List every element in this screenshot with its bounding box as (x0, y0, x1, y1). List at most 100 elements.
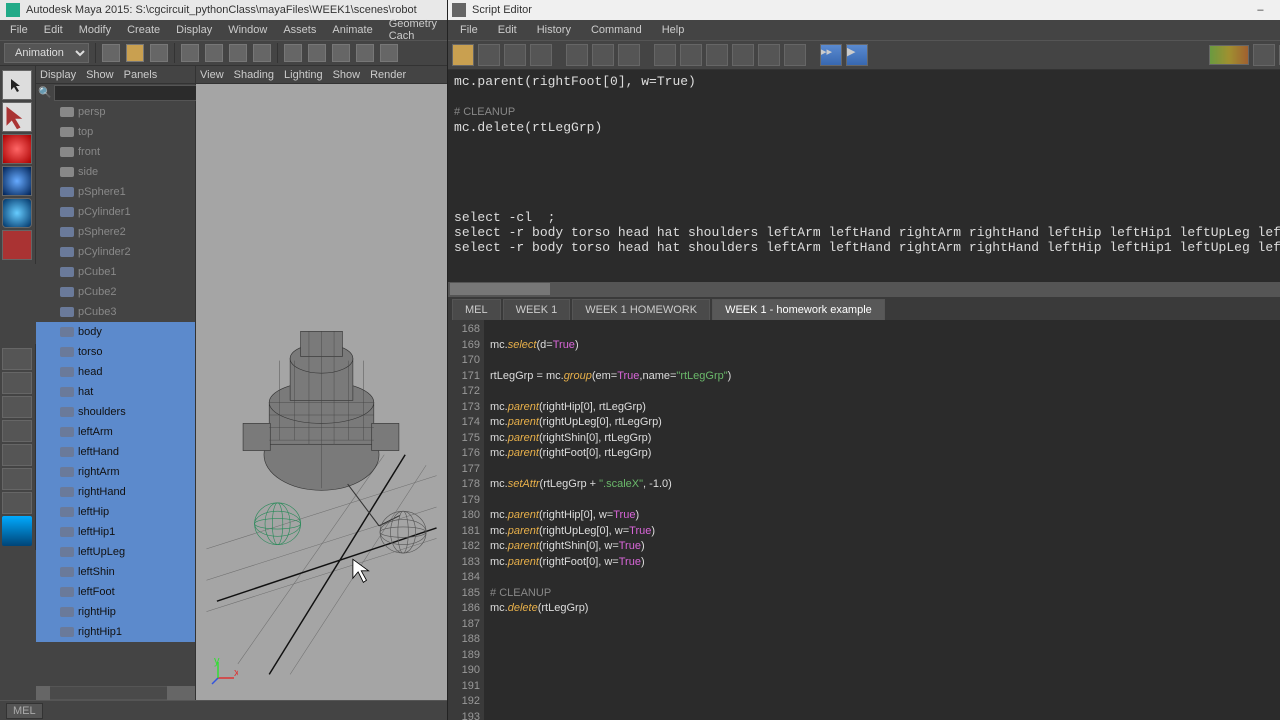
outliner-item-pCylinder1[interactable]: pCylinder1 (36, 202, 195, 222)
shelf-new-icon[interactable] (102, 44, 120, 62)
layout-hyper-icon[interactable] (2, 468, 32, 490)
move-tool-icon[interactable] (2, 166, 32, 196)
se-menu-edit[interactable]: Edit (488, 22, 527, 38)
outliner-item-hat[interactable]: hat (36, 382, 195, 402)
outliner-item-leftArm[interactable]: leftArm (36, 422, 195, 442)
rotate-tool-icon[interactable] (2, 198, 32, 228)
script-tab-0[interactable]: MEL (452, 299, 501, 320)
menu-display[interactable]: Display (168, 22, 220, 38)
clear-hist-icon[interactable] (566, 44, 588, 66)
outliner-item-leftHip[interactable]: leftHip (36, 502, 195, 522)
minimize-button[interactable]: – (1243, 1, 1277, 19)
outliner-item-leftUpLeg[interactable]: leftUpLeg (36, 542, 195, 562)
layout-graph-icon[interactable] (2, 444, 32, 466)
outliner-item-head[interactable]: head (36, 362, 195, 382)
shelf-open-icon[interactable] (126, 44, 144, 62)
outliner-hscroll[interactable] (36, 686, 195, 700)
outliner-item-pCylinder2[interactable]: pCylinder2 (36, 242, 195, 262)
outliner-item-rightArm[interactable]: rightArm (36, 462, 195, 482)
lasso-tool-icon[interactable] (2, 102, 32, 132)
clear-all-icon[interactable] (618, 44, 640, 66)
outliner-item-top[interactable]: top (36, 122, 195, 142)
paint-tool-icon[interactable] (2, 134, 32, 164)
shelf-sel2-icon[interactable] (205, 44, 223, 62)
outliner-item-rightHip[interactable]: rightHip (36, 602, 195, 622)
scroll-track[interactable] (50, 687, 167, 699)
menu-assets[interactable]: Assets (275, 22, 324, 38)
outliner-item-leftFoot[interactable]: leftFoot (36, 582, 195, 602)
vp-menu-lighting[interactable]: Lighting (284, 69, 323, 81)
menu-animate[interactable]: Animate (324, 22, 380, 38)
outliner-item-leftShin[interactable]: leftShin (36, 562, 195, 582)
layout-single-icon[interactable] (2, 348, 32, 370)
syntax-color-icon[interactable] (1209, 45, 1249, 65)
menu-window[interactable]: Window (220, 22, 275, 38)
scroll-right-icon[interactable] (167, 686, 181, 700)
outliner-item-leftHand[interactable]: leftHand (36, 442, 195, 462)
outliner-item-rightHand[interactable]: rightHand (36, 482, 195, 502)
se-menu-help[interactable]: Help (652, 22, 695, 38)
se-menu-command[interactable]: Command (581, 22, 652, 38)
script-input-editor[interactable]: 168 169 170 171 172 173 174 175 176 177 … (448, 320, 1280, 720)
outliner-item-side[interactable]: side (36, 162, 195, 182)
save-to-shelf-icon[interactable] (530, 44, 552, 66)
scroll-thumb[interactable] (450, 283, 550, 295)
shelf-snap4-icon[interactable] (356, 44, 374, 62)
panel-menu-panels[interactable]: Panels (124, 69, 158, 81)
suppress-icon[interactable] (758, 44, 780, 66)
outliner-item-body[interactable]: body (36, 322, 195, 342)
outliner-item-leftHip1[interactable]: leftHip1 (36, 522, 195, 542)
mode-selector[interactable]: AnimationPolygonsSurfacesDynamicsRenderi… (4, 43, 89, 63)
menu-create[interactable]: Create (119, 22, 168, 38)
outliner-item-pSphere2[interactable]: pSphere2 (36, 222, 195, 242)
code-area[interactable]: mc.select(d=True) rtLegGrp = mc.group(em… (484, 320, 1280, 720)
vp-menu-shading[interactable]: Shading (234, 69, 274, 81)
menu-edit[interactable]: Edit (36, 22, 71, 38)
menu-file[interactable]: File (2, 22, 36, 38)
script-tab-1[interactable]: WEEK 1 (503, 299, 571, 320)
shelf-snap2-icon[interactable] (308, 44, 326, 62)
source-script-icon[interactable] (478, 44, 500, 66)
viewport[interactable]: x y (196, 84, 447, 700)
panel-menu-display[interactable]: Display (40, 69, 76, 81)
se-menu-file[interactable]: File (450, 22, 488, 38)
execute-icon[interactable]: ▶ (846, 44, 868, 66)
indent-icon[interactable] (784, 44, 806, 66)
outliner-list[interactable]: persptopfrontsidepSphere1pCylinder1pSphe… (36, 102, 195, 686)
shelf-snap5-icon[interactable] (380, 44, 398, 62)
script-output[interactable]: mc.parent(rightFoot[0], w=True) # CLEANU… (448, 70, 1280, 282)
outliner-item-pCube3[interactable]: pCube3 (36, 302, 195, 322)
execute-all-icon[interactable]: ▸▸ (820, 44, 842, 66)
menu-modify[interactable]: Modify (71, 22, 119, 38)
outliner-item-torso[interactable]: torso (36, 342, 195, 362)
shelf-sel3-icon[interactable] (229, 44, 247, 62)
outliner-item-front[interactable]: front (36, 142, 195, 162)
history-icon[interactable] (654, 44, 676, 66)
layout-uv-icon[interactable] (2, 492, 32, 514)
vp-menu-view[interactable]: View (200, 69, 224, 81)
se-menu-history[interactable]: History (527, 22, 581, 38)
outliner-item-persp[interactable]: persp (36, 102, 195, 122)
show-stack-icon[interactable] (732, 44, 754, 66)
layout-four-icon[interactable] (2, 372, 32, 394)
mel-label[interactable]: MEL (6, 703, 43, 719)
select-tool-icon[interactable] (2, 70, 32, 100)
outliner-item-pCube1[interactable]: pCube1 (36, 262, 195, 282)
script-tab-3[interactable]: WEEK 1 - homework example (712, 299, 885, 320)
scroll-left-icon[interactable] (36, 686, 50, 700)
panel-menu-show[interactable]: Show (86, 69, 114, 81)
clear-input-icon[interactable] (592, 44, 614, 66)
script-tab-2[interactable]: WEEK 1 HOMEWORK (572, 299, 710, 320)
layout-outliner-icon[interactable] (2, 420, 32, 442)
outliner-item-rightHip1[interactable]: rightHip1 (36, 622, 195, 642)
save-script-icon[interactable] (504, 44, 526, 66)
shelf-sel1-icon[interactable] (181, 44, 199, 62)
outliner-item-shoulders[interactable]: shoulders (36, 402, 195, 422)
shelf-sel4-icon[interactable] (253, 44, 271, 62)
scale-tool-icon[interactable] (2, 230, 32, 260)
scroll-right2-icon[interactable] (181, 686, 195, 700)
toggle1-icon[interactable] (1253, 44, 1275, 66)
vp-menu-render[interactable]: Render (370, 69, 406, 81)
layout-persp-icon[interactable] (2, 396, 32, 418)
outliner-search-input[interactable] (54, 85, 202, 101)
